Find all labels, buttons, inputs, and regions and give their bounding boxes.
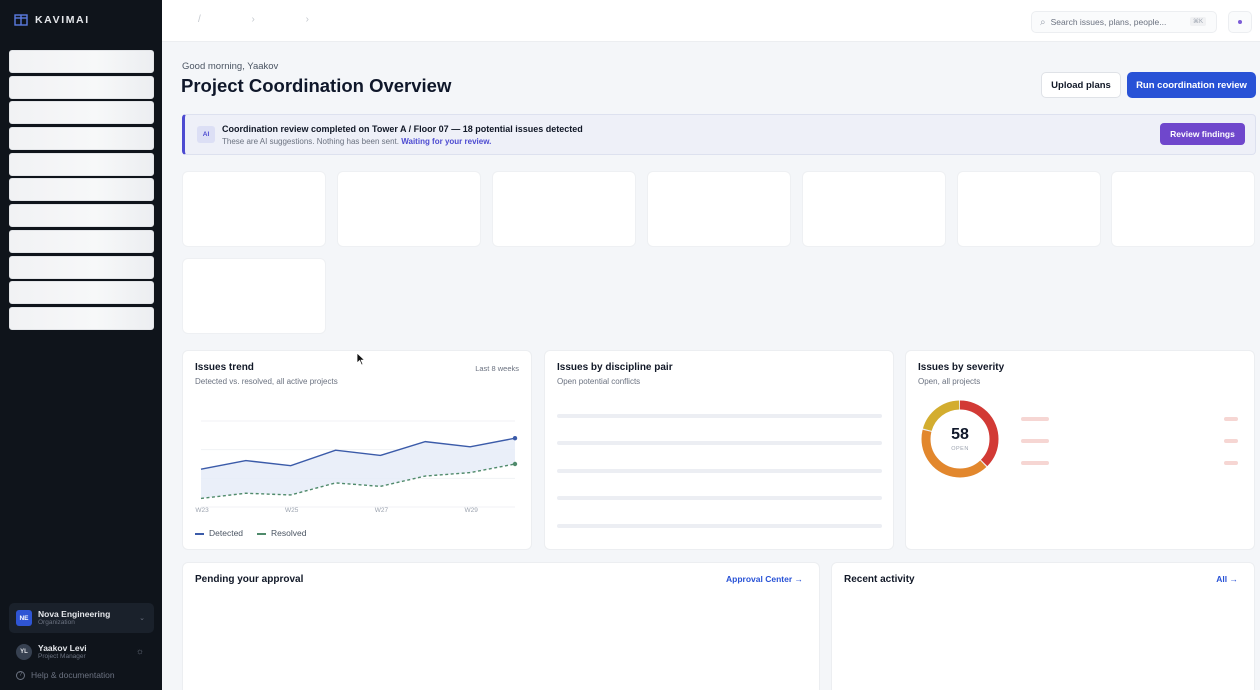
banner-title: Coordination review completed on Tower A… (222, 124, 583, 134)
legend-resolved: Resolved (257, 528, 306, 538)
banner-note: These are AI suggestions. Nothing has be… (222, 137, 400, 146)
x-tick-label: W23 (195, 507, 209, 514)
user-profile[interactable]: YL Yaakov Levi Project Manager ☼ (9, 639, 154, 665)
sidebar: KAVIMAI NE Nova Engineering Organization… (0, 0, 162, 690)
all-activity-link[interactable]: All → (1216, 574, 1238, 584)
notifications-button[interactable] (1228, 11, 1252, 33)
legend-resolved-label: Resolved (271, 528, 307, 538)
issues-trend-chart: W23 W25 W27 W29 (195, 420, 518, 514)
notification-dot-icon (1238, 20, 1242, 24)
brand-logo[interactable]: KAVIMAI (14, 14, 90, 26)
chart-legend: Detected Resolved (195, 528, 306, 538)
help-link[interactable]: ? Help & documentation (16, 670, 115, 680)
user-name: Yaakov Levi (38, 642, 87, 653)
discipline-panel: Issues by discipline pair Open potential… (544, 350, 894, 550)
pending-approval-panel: Pending your approval Approval Center → (182, 562, 820, 690)
review-findings-button[interactable]: Review findings (1160, 123, 1245, 145)
kpi-card[interactable] (802, 171, 946, 247)
severity-panel: Issues by severity Open, all projects 58… (905, 350, 1255, 550)
loading-bar (557, 496, 882, 500)
sidebar-nav (9, 50, 154, 333)
open-issues-count: 58 (951, 425, 969, 443)
severity-subtitle: Open, all projects (918, 377, 981, 386)
mouse-cursor-icon (356, 352, 366, 366)
legend-placeholder (1021, 461, 1049, 465)
issues-trend-panel: Issues trend Detected vs. resolved, all … (182, 350, 532, 550)
legend-placeholder (1021, 417, 1049, 421)
banner-status: Waiting for your review. (401, 137, 492, 146)
top-bar: / › › ⌕ ⌘K (162, 0, 1260, 42)
value-placeholder (1224, 461, 1238, 465)
search-box[interactable]: ⌕ ⌘K (1031, 11, 1217, 33)
organization-switcher[interactable]: NE Nova Engineering Organization ⌄ (9, 603, 154, 633)
sidebar-item[interactable] (9, 152, 154, 176)
legend-detected-label: Detected (209, 528, 244, 538)
ai-icon: AI (197, 126, 215, 143)
value-placeholder (1224, 439, 1238, 443)
value-placeholder (1224, 417, 1238, 421)
sidebar-item[interactable] (9, 127, 154, 151)
loading-bar (557, 524, 882, 528)
resolved-point (512, 461, 518, 467)
search-shortcut: ⌘K (1189, 17, 1206, 26)
sidebar-item[interactable] (9, 75, 154, 99)
ai-banner: AI Coordination review completed on Towe… (182, 114, 1256, 155)
brand-name: KAVIMAI (35, 14, 90, 26)
sidebar-item[interactable] (9, 50, 154, 73)
sidebar-item[interactable] (9, 229, 154, 253)
banner-subtitle: These are AI suggestions. Nothing has be… (222, 137, 491, 146)
page-title: Project Coordination Overview (181, 75, 452, 96)
legend-detected: Detected (195, 528, 243, 538)
sidebar-item[interactable] (9, 204, 154, 228)
kpi-card[interactable] (182, 171, 326, 247)
recent-activity-title: Recent activity (844, 574, 915, 585)
org-role: Organization (38, 619, 75, 626)
help-label: Help & documentation (31, 670, 115, 680)
sidebar-item[interactable] (9, 281, 154, 305)
sidebar-item[interactable] (9, 178, 154, 202)
chevron-down-icon: ⌄ (139, 615, 145, 622)
kpi-card[interactable] (957, 171, 1101, 247)
x-tick-label: W29 (464, 507, 478, 514)
loading-bar (557, 414, 882, 418)
logo-icon (14, 14, 28, 26)
kpi-card[interactable] (492, 171, 636, 247)
breadcrumb[interactable]: / › › (198, 14, 333, 25)
donut-center: 58 OPEN (920, 399, 1000, 479)
upload-plans-button[interactable]: Upload plans (1041, 72, 1121, 98)
kpi-card[interactable] (182, 258, 326, 334)
search-icon: ⌕ (1040, 16, 1046, 28)
recent-activity-panel: Recent activity All → (831, 562, 1255, 690)
org-name: Nova Engineering (38, 608, 111, 619)
avatar: YL (16, 644, 32, 660)
pending-approval-title: Pending your approval (195, 574, 304, 585)
severity-title: Issues by severity (918, 362, 1005, 373)
theme-toggle-icon[interactable]: ☼ (136, 646, 144, 656)
sidebar-item[interactable] (9, 101, 154, 125)
run-review-button[interactable]: Run coordination review (1127, 72, 1256, 98)
x-tick-label: W25 (285, 507, 299, 514)
legend-placeholder (1021, 439, 1049, 443)
kpi-card[interactable] (1111, 171, 1255, 247)
sidebar-item[interactable] (9, 255, 154, 279)
user-role: Project Manager (38, 653, 86, 660)
loading-bar (557, 469, 882, 473)
detected-point (512, 436, 518, 441)
kpi-card[interactable] (337, 171, 481, 247)
x-tick-label: W27 (375, 507, 389, 514)
search-input[interactable] (1050, 17, 1186, 27)
kpi-card[interactable] (647, 171, 791, 247)
sidebar-item[interactable] (9, 306, 154, 330)
open-issues-label: OPEN (951, 445, 969, 452)
help-icon: ? (16, 670, 25, 680)
discipline-subtitle: Open potential conflicts (557, 377, 641, 386)
discipline-title: Issues by discipline pair (557, 362, 673, 373)
loading-bar (557, 441, 882, 445)
greeting: Good morning, Yaakov (182, 61, 279, 72)
org-badge: NE (16, 610, 32, 626)
approval-center-link[interactable]: Approval Center → (726, 574, 803, 584)
